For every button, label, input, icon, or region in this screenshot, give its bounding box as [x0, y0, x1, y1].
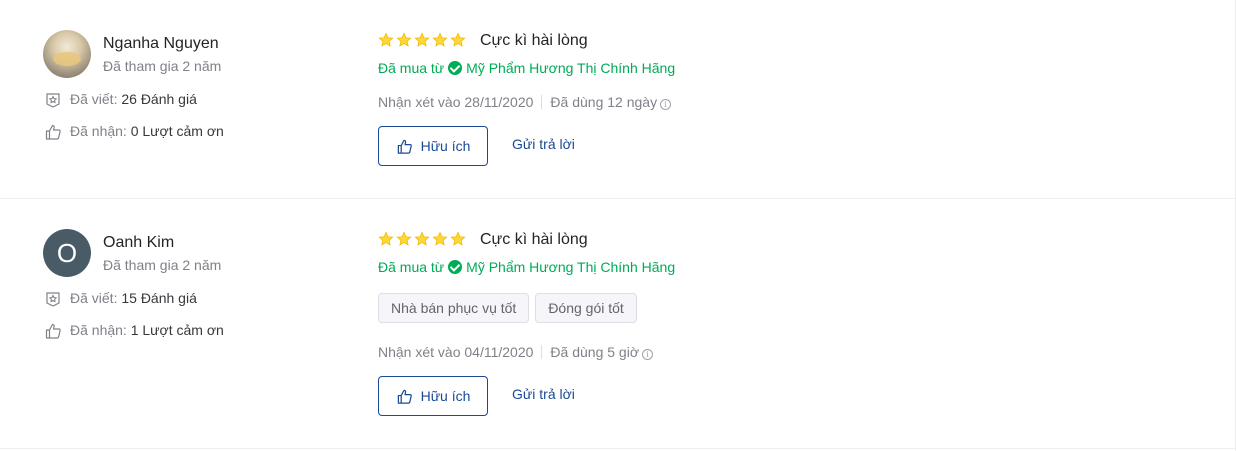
rating-stars — [378, 32, 468, 50]
thumbs-up-icon — [45, 125, 61, 140]
info-icon[interactable]: i — [642, 349, 653, 360]
star-icon — [432, 231, 448, 246]
reviews-written: Đã viết: 26 Đánh giá — [44, 89, 197, 109]
purchase-prefix: Đã mua từ — [378, 60, 445, 76]
reviewer-name: Nganha Nguyen — [103, 35, 219, 52]
star-icon — [414, 32, 430, 47]
star-icon — [414, 231, 430, 246]
reply-link[interactable]: Gửi trả lời — [512, 374, 575, 414]
star-icon — [378, 32, 394, 47]
reviewer-joined: Đã tham gia 2 năm — [103, 58, 222, 74]
written-value: 15 Đánh giá — [121, 290, 197, 306]
review-tag: Đóng gói tốt — [535, 293, 637, 323]
avatar: O — [43, 229, 91, 277]
review-item: O Oanh Kim Đã tham gia 2 năm Đã viết: 15… — [0, 199, 1235, 449]
review-tags: Nhà bán phục vụ tốt Đóng gói tốt — [378, 293, 643, 323]
thanks-received: Đã nhận: 0 Lượt cảm ơn — [44, 121, 224, 141]
star-icon — [450, 231, 466, 246]
star-icon — [432, 32, 448, 47]
thanks-received: Đã nhận: 1 Lượt cảm ơn — [44, 320, 224, 340]
thumbs-up-icon — [397, 389, 412, 404]
reviewer-name: Oanh Kim — [103, 234, 175, 251]
review-tag: Nhà bán phục vụ tốt — [378, 293, 530, 323]
written-label: Đã viết: — [70, 290, 118, 306]
shop-name: Mỹ Phẩm Hương Thị Chính Hãng — [466, 259, 676, 275]
helpful-button[interactable]: Hữu ích — [378, 376, 488, 416]
review-date: Nhận xét vào 28/11/2020 — [378, 94, 534, 110]
reviews-written: Đã viết: 15 Đánh giá — [44, 288, 197, 308]
review-meta: Nhận xét vào 28/11/2020 Đã dùng 12 ngày i — [378, 93, 672, 111]
verified-check-icon — [448, 260, 463, 274]
meta-divider — [541, 345, 543, 359]
review-count-icon — [46, 292, 60, 307]
review-title: Cực kì hài lòng — [480, 32, 588, 49]
helpful-button[interactable]: Hữu ích — [378, 126, 488, 166]
meta-divider — [541, 95, 543, 109]
review-count-icon — [46, 93, 60, 108]
shop-name: Mỹ Phẩm Hương Thị Chính Hãng — [466, 60, 676, 76]
usage-duration: Đã dùng 12 ngày — [550, 94, 658, 110]
purchase-prefix: Đã mua từ — [378, 259, 445, 275]
helpful-label: Hữu ích — [420, 388, 471, 404]
written-value: 26 Đánh giá — [121, 91, 197, 107]
thumbs-up-icon — [45, 324, 61, 339]
star-icon — [378, 231, 394, 246]
reply-link[interactable]: Gửi trả lời — [512, 124, 575, 164]
thanks-label: Đã nhận: — [70, 322, 127, 338]
star-icon — [450, 32, 466, 47]
star-icon — [396, 231, 412, 246]
written-label: Đã viết: — [70, 91, 118, 107]
info-icon[interactable]: i — [660, 99, 672, 110]
thumbs-up-icon — [397, 139, 412, 154]
review-meta: Nhận xét vào 04/11/2020 Đã dùng 5 giờ i — [378, 343, 653, 361]
review-title: Cực kì hài lòng — [480, 231, 588, 248]
thanks-label: Đã nhận: — [70, 123, 127, 139]
usage-duration: Đã dùng 5 giờ — [550, 344, 639, 360]
review-item: Nganha Nguyen Đã tham gia 2 năm Đã viết:… — [0, 0, 1235, 199]
avatar — [43, 30, 91, 78]
helpful-label: Hữu ích — [420, 138, 471, 154]
reviewer-joined: Đã tham gia 2 năm — [103, 257, 222, 273]
purchase-info: Đã mua từ Mỹ Phẩm Hương Thị Chính Hãng — [378, 59, 675, 77]
star-icon — [396, 32, 412, 47]
thanks-value: 1 Lượt cảm ơn — [130, 322, 224, 338]
rating-stars — [378, 231, 468, 249]
verified-check-icon — [448, 61, 463, 75]
thanks-value: 0 Lượt cảm ơn — [130, 123, 224, 139]
review-date: Nhận xét vào 04/11/2020 — [378, 344, 534, 360]
purchase-info: Đã mua từ Mỹ Phẩm Hương Thị Chính Hãng — [378, 258, 675, 276]
